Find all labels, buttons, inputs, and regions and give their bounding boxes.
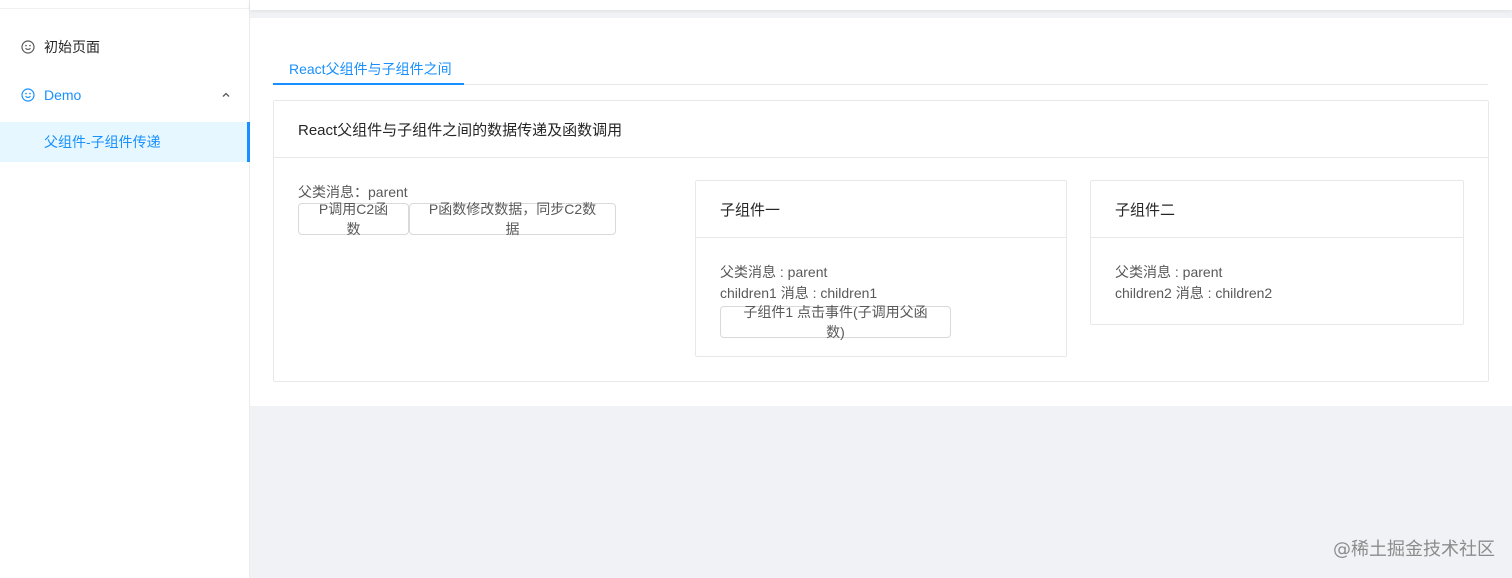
child1-parent-message: 父类消息 : parent [720,264,828,280]
parent-button-row: P调用C2函数 P函数修改数据，同步C2数据 [298,201,616,237]
tabs-nav: React父组件与子组件之间 [273,52,1488,85]
child2-body: 父类消息 : parent children2 消息 : children2 [1091,238,1463,304]
sidebar-item-home[interactable]: 初始页面 [0,27,250,67]
smile-icon [21,88,35,102]
p-modify-data-button[interactable]: P函数修改数据，同步C2数据 [409,201,616,237]
sidebar-item-parent-child[interactable]: 父组件-子组件传递 [0,122,250,162]
sidebar-submenu-demo[interactable]: Demo [0,75,250,115]
child1-click-button[interactable]: 子组件1 点击事件(子调用父函数) [720,304,951,340]
chevron-up-icon[interactable] [220,88,232,100]
child1-own-message: children1 消息 : children1 [720,285,878,301]
tab-react-parent-child[interactable]: React父组件与子组件之间 [273,52,468,85]
child1-card: 子组件一 父类消息 : parent children1 消息 : childr… [695,180,1067,357]
child1-title: 子组件一 [696,181,1066,238]
smile-icon [21,40,35,54]
child2-card: 子组件二 父类消息 : parent children2 消息 : childr… [1090,180,1464,325]
header [250,0,1512,10]
parent-component: 父类消息：parent P调用C2函数 P函数修改数据，同步C2数据 [298,182,616,237]
child2-title: 子组件二 [1091,181,1463,238]
child2-own-message: children2 消息 : children2 [1115,285,1273,301]
sidebar-item-label: 初始页面 [44,39,100,55]
watermark: @稀土掘金技术社区 [1333,539,1495,560]
main-card-title: React父组件与子组件之间的数据传递及函数调用 [274,101,1488,158]
sidebar-logo-area [0,0,249,9]
child1-body: 父类消息 : parent children1 消息 : children1 子… [696,238,1066,340]
main-content: React父组件与子组件之间 React父组件与子组件之间的数据传递及函数调用 … [250,18,1512,406]
tab-label: React父组件与子组件之间 [289,60,452,77]
tab-ink-bar [273,83,464,85]
main-card: React父组件与子组件之间的数据传递及函数调用 父类消息：parent P调用… [273,100,1489,382]
sidebar: 初始页面 Demo 父组件-子组件传递 [0,0,250,578]
p-call-c2-button[interactable]: P调用C2函数 [298,201,409,237]
sidebar-item-label: 父组件-子组件传递 [44,134,161,150]
sidebar-item-label: Demo [44,87,82,103]
child2-parent-message: 父类消息 : parent [1115,264,1223,280]
